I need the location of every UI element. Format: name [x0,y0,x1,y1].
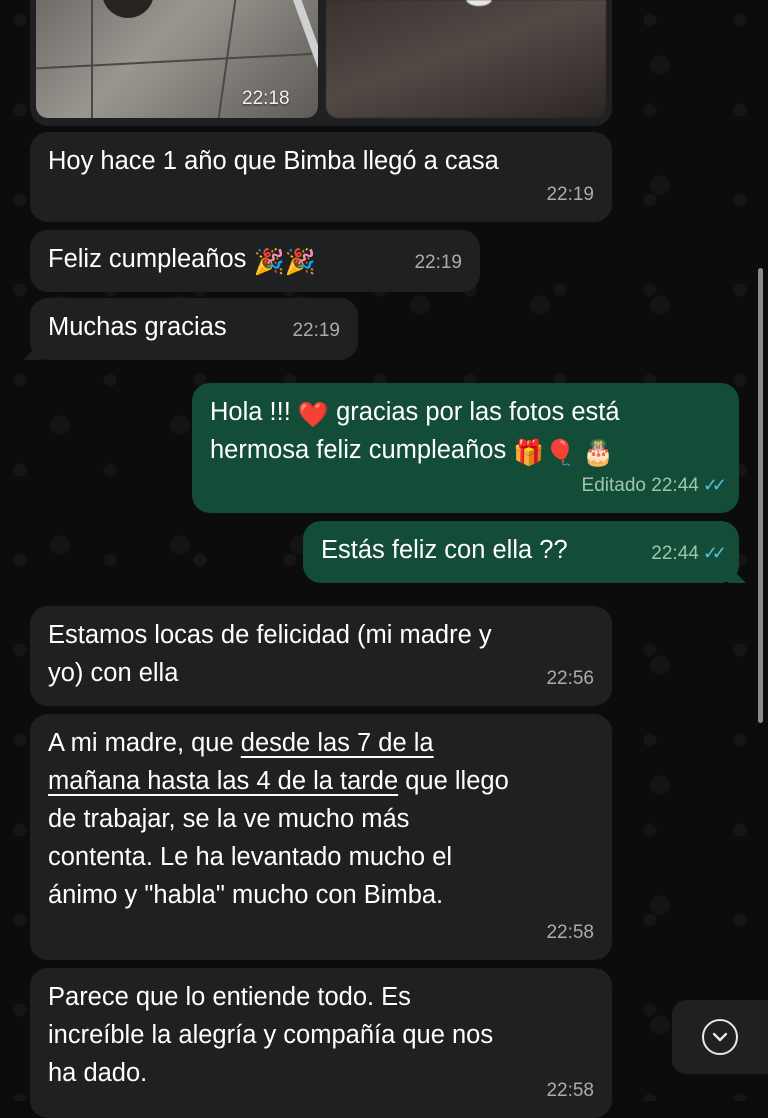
photo-thumbnail[interactable] [326,0,606,118]
message-text: Muchas gracias [48,313,227,341]
chevron-down-icon [702,1019,738,1055]
message-text: ha dado. [48,1059,148,1087]
date-link[interactable]: mañana hasta las 4 de la tarde [48,767,398,795]
message-text: de trabajar, se la ve mucho más [48,805,410,833]
floor-tile-line [91,0,93,118]
party-popper-emoji: 🎉🎉 [253,248,316,276]
incoming-message[interactable]: Estamos locas de felicidad (mi madre y y… [30,606,612,706]
message-time: 22:44 [651,475,699,496]
message-text: Hoy hace 1 año que Bimba llegó a casa [48,147,499,175]
message-time: 22:58 [546,1080,594,1101]
message-time: 22:58 [546,922,594,943]
media-message[interactable]: 22:18 [30,0,612,126]
message-text: hermosa feliz cumpleaños [210,436,514,464]
floor-tile-line [36,52,318,70]
scroll-to-bottom-button[interactable] [672,1000,768,1074]
message-line: hermosa feliz cumpleaños 🎁🎈 🎂 [210,431,721,469]
message-time: 22:56 [546,668,594,689]
message-line: Hola !!! ❤️ gracias por las fotos está [210,393,721,431]
pole-image [290,0,318,79]
photo-highlight [466,0,492,6]
message-text: Hola !!! [210,398,298,426]
message-line: A mi madre, que desde las 7 de la [48,724,594,762]
scrollbar[interactable] [758,268,763,723]
message-text: contenta. Le ha levantado mucho el [48,843,453,871]
message-time: 22:18 [242,88,290,109]
message-text: Estamos locas de felicidad (mi madre y [48,621,492,649]
message-meta: 22:44 ✓✓ [651,534,727,573]
message-text: A mi madre, que [48,729,241,757]
heart-emoji: ❤️ [297,401,330,429]
incoming-message[interactable]: A mi madre, que desde las 7 de la mañana… [30,714,612,960]
message-time: 22:19 [546,184,594,205]
message-meta: Editado 22:44 ✓✓ [581,466,728,505]
message-time: 22:19 [414,252,462,273]
message-time: 22:44 [651,543,699,564]
incoming-message[interactable]: Hoy hace 1 año que Bimba llegó a casa 22… [30,132,612,222]
message-text: increíble la alegría y compañía que nos [48,1021,494,1049]
chevron-down-glyph [712,1032,728,1042]
outgoing-message[interactable]: Estás feliz con ella ?? 22:44 ✓✓ [303,521,746,583]
outgoing-message[interactable]: Hola !!! ❤️ gracias por las fotos está h… [192,383,739,513]
message-time: 22:19 [292,320,340,341]
gift-balloon-cake-emoji: 🎁🎈 🎂 [513,439,614,467]
message-text: gracias por las fotos está [329,398,620,426]
message-text: Feliz cumpleaños [48,245,247,273]
message-text: ánimo y "habla" mucho con Bimba. [48,881,444,909]
message-text: Estás feliz con ella ?? [321,536,568,564]
message-text: Parece que lo entiende todo. Es [48,983,411,1011]
message-line: mañana hasta las 4 de la tarde que llego [48,762,594,800]
read-ticks-icon: ✓✓ [702,543,727,563]
edited-label: Editado [581,475,646,496]
read-ticks-icon: ✓✓ [702,475,727,495]
incoming-message[interactable]: Feliz cumpleaños 🎉🎉 22:19 [30,230,480,292]
date-link[interactable]: desde las 7 de la [241,729,434,757]
incoming-message[interactable]: Parece que lo entiende todo. Es increíbl… [30,968,612,1118]
message-text: que llego [398,767,509,795]
dog-image [102,0,154,18]
incoming-message[interactable]: Muchas gracias 22:19 [23,298,358,360]
message-text: yo) con ella [48,659,179,687]
